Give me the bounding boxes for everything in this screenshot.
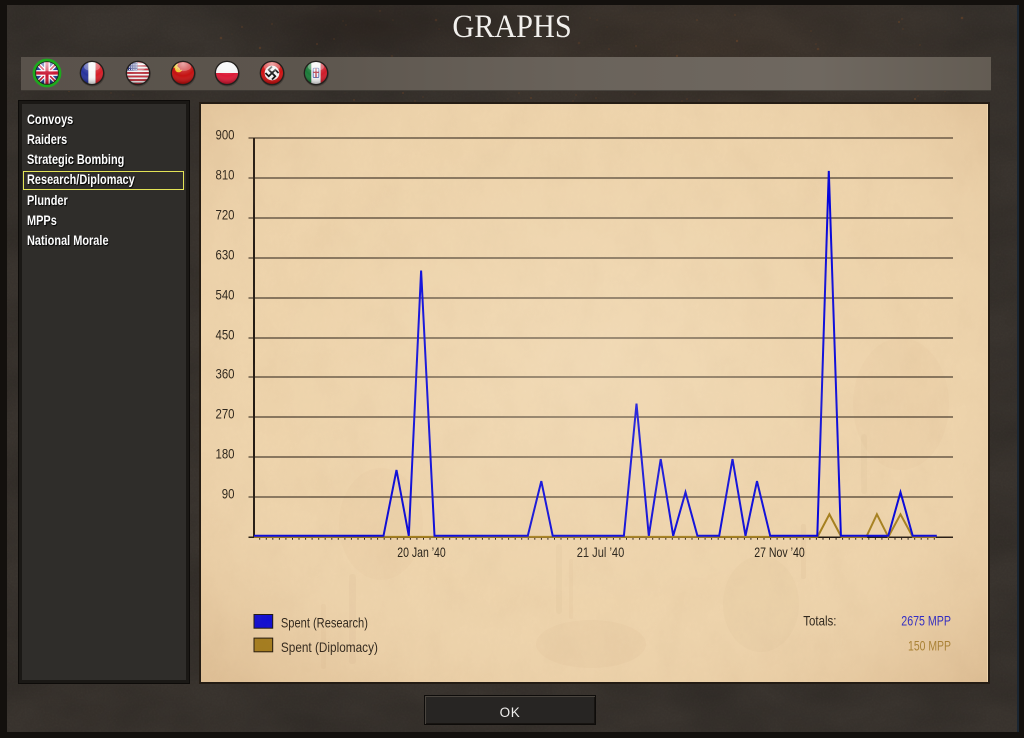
- svg-text:20 Jan ’40: 20 Jan ’40: [397, 544, 446, 560]
- svg-text:900: 900: [216, 127, 235, 143]
- svg-text:90: 90: [222, 486, 235, 502]
- svg-text:Spent (Diplomacy): Spent (Diplomacy): [281, 639, 378, 655]
- svg-text:270: 270: [216, 406, 235, 422]
- svg-text:720: 720: [216, 207, 235, 223]
- svg-text:630: 630: [216, 247, 235, 263]
- svg-text:150 MPP: 150 MPP: [908, 638, 951, 654]
- svg-text:27 Nov ’40: 27 Nov ’40: [754, 544, 805, 560]
- svg-text:2675 MPP: 2675 MPP: [901, 613, 951, 629]
- svg-text:810: 810: [216, 167, 235, 183]
- svg-text:21 Jul ’40: 21 Jul ’40: [577, 544, 625, 560]
- svg-text:180: 180: [216, 446, 235, 462]
- svg-text:540: 540: [216, 287, 235, 303]
- svg-text:Spent (Research): Spent (Research): [281, 614, 368, 630]
- svg-text:450: 450: [216, 327, 235, 343]
- svg-text:360: 360: [216, 366, 235, 382]
- svg-text:Totals:: Totals:: [803, 613, 836, 629]
